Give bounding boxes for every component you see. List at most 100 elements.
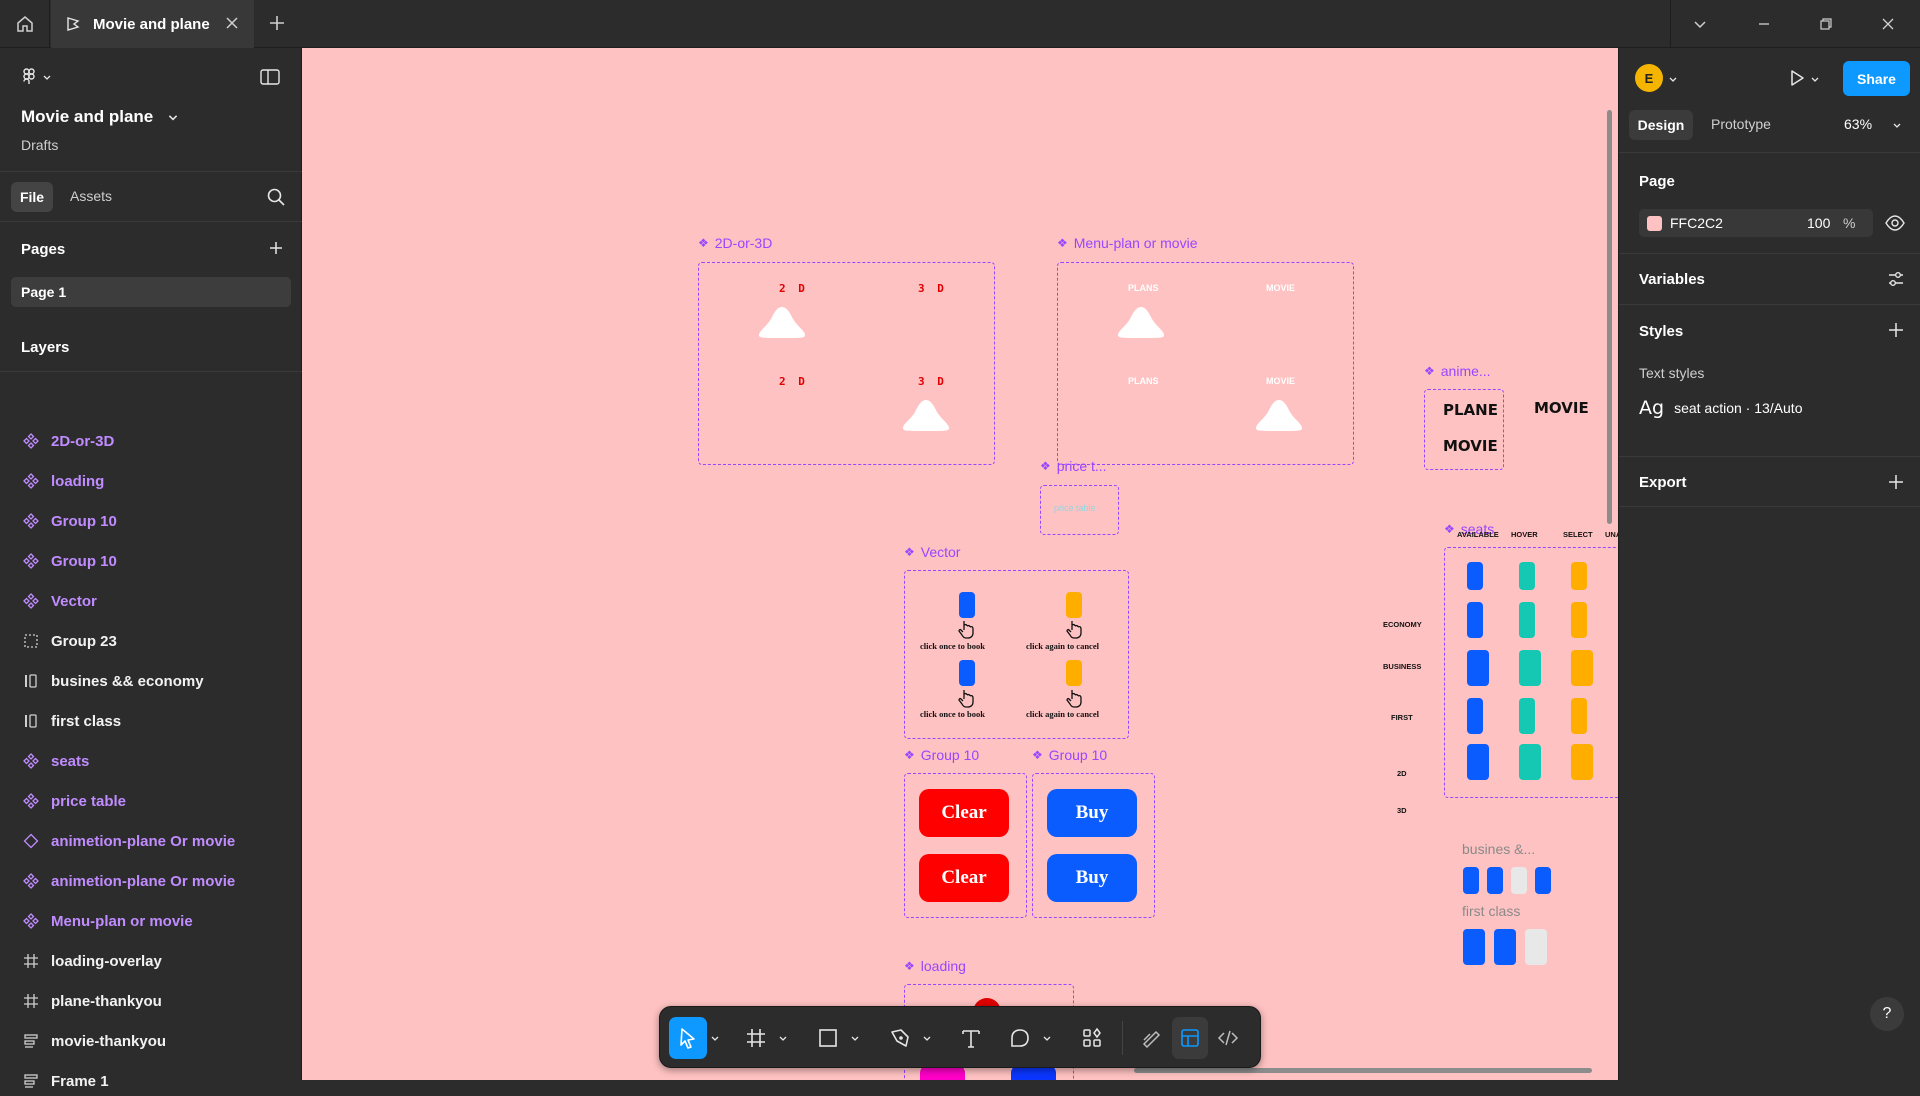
component-2d-or-3d[interactable]: 2 D 3 D 2 D 3 D <box>698 262 995 465</box>
design-canvas[interactable]: ❖ 2D-or-3D 2 D 3 D 2 D 3 D ❖ Menu-plan or … <box>302 48 1618 1080</box>
clear-button[interactable]: Clear <box>919 789 1009 837</box>
layer-item[interactable]: seats <box>20 746 290 776</box>
share-button[interactable]: Share <box>1843 61 1910 96</box>
frame-label-loading[interactable]: ❖ loading <box>904 958 966 974</box>
file-tab[interactable]: Movie and plane <box>51 0 254 48</box>
comment-tool[interactable] <box>1002 1017 1038 1059</box>
layer-item[interactable]: animetion-plane Or movie <box>20 826 290 856</box>
toggle-sidebar-button[interactable] <box>260 68 280 91</box>
frame-icon <box>747 1029 765 1047</box>
text-style-item[interactable]: Ag seat action · 13/Auto <box>1639 397 1802 419</box>
page-opacity[interactable]: 100 <box>1807 215 1830 231</box>
column-select: SELECT <box>1563 530 1593 539</box>
component-group-10-clear[interactable]: Clear Clear <box>904 773 1027 918</box>
home-button[interactable] <box>0 0 50 48</box>
layer-item[interactable]: movie-thankyou <box>20 1026 290 1056</box>
frame-label-group-10[interactable]: ❖ Group 10 <box>1032 747 1107 763</box>
frame-label-vector[interactable]: ❖ Vector <box>904 544 960 560</box>
layer-item[interactable]: first class <box>20 706 290 736</box>
component-group-10-buy[interactable]: Buy Buy <box>1032 773 1155 918</box>
move-tool[interactable] <box>669 1017 707 1059</box>
search-button[interactable] <box>266 187 286 212</box>
layer-item[interactable]: Vector <box>20 586 290 616</box>
layer-item[interactable]: plane-thankyou <box>20 986 290 1016</box>
frame-label-group-10[interactable]: ❖ Group 10 <box>904 747 979 763</box>
chevron-down-icon[interactable] <box>1668 74 1678 84</box>
layer-item[interactable]: Frame 1 <box>20 1066 290 1096</box>
chevron-down-icon <box>851 1036 859 1041</box>
chevron-down-icon[interactable] <box>1892 120 1902 130</box>
layer-item[interactable]: busines && economy <box>20 666 290 696</box>
tab-file[interactable]: File <box>11 182 53 212</box>
text-tool[interactable] <box>953 1017 989 1059</box>
avatar[interactable]: E <box>1635 64 1663 92</box>
chevron-down-icon[interactable] <box>1810 74 1820 84</box>
tab-assets[interactable]: Assets <box>70 188 112 204</box>
component-menu-plan-or-movie[interactable]: PLANS MOVIE PLANS MOVIE <box>1057 262 1354 465</box>
component-animetion[interactable]: PLANE MOVIE <box>1424 389 1504 470</box>
plus-icon[interactable] <box>1886 472 1906 492</box>
color-swatch[interactable] <box>1647 216 1662 231</box>
layer-item[interactable]: Group 10 <box>20 506 290 536</box>
comment-tool-menu[interactable] <box>1040 1017 1054 1059</box>
eye-icon[interactable] <box>1885 215 1905 231</box>
page-item-page-1[interactable]: Page 1 <box>11 277 291 307</box>
zoom-level[interactable]: 63% <box>1844 116 1872 132</box>
actions-tool[interactable] <box>1074 1017 1110 1059</box>
caption-book: click once to book <box>920 641 985 651</box>
component-seats[interactable]: AVAILABLE HOVER SELECT UNAV <box>1444 530 1618 798</box>
frame-label-price[interactable]: ❖ price t... <box>1040 458 1107 474</box>
text-icon <box>962 1030 980 1048</box>
tab-prototype[interactable]: Prototype <box>1711 116 1771 132</box>
frame-tool-menu[interactable] <box>776 1017 790 1059</box>
page-color-hex[interactable]: FFC2C2 <box>1670 215 1723 231</box>
text-style-icon: Ag <box>1639 397 1665 419</box>
close-window-button[interactable] <box>1858 0 1918 48</box>
dev-mode[interactable] <box>1210 1017 1246 1059</box>
frame-icon <box>20 993 42 1009</box>
draw-mode[interactable] <box>1134 1017 1170 1059</box>
shape-tool-menu[interactable] <box>848 1017 862 1059</box>
close-tab-icon[interactable] <box>224 15 240 31</box>
shape-tool[interactable] <box>810 1017 846 1059</box>
layer-item[interactable]: price table <box>20 786 290 816</box>
restore-button[interactable] <box>1796 0 1856 48</box>
buy-button[interactable]: Buy <box>1047 854 1137 902</box>
layer-item[interactable]: animetion-plane Or movie <box>20 866 290 896</box>
new-tab-button[interactable] <box>266 12 288 39</box>
frame-label-menu[interactable]: ❖ Menu-plan or movie <box>1057 235 1198 251</box>
tab-design[interactable]: Design <box>1629 110 1693 140</box>
layer-item[interactable]: 2D-or-3D <box>20 426 290 456</box>
help-button[interactable]: ? <box>1870 997 1904 1031</box>
pen-tool[interactable] <box>882 1017 918 1059</box>
layer-item[interactable]: loading-overlay <box>20 946 290 976</box>
frame-label-2d-or-3d[interactable]: ❖ 2D-or-3D <box>698 235 772 251</box>
design-mode[interactable] <box>1172 1017 1208 1059</box>
add-page-button[interactable] <box>266 238 286 263</box>
component-price-table[interactable]: price table <box>1040 485 1119 535</box>
move-tool-menu[interactable] <box>708 1017 722 1059</box>
vertical-scrollbar[interactable] <box>1607 110 1612 524</box>
variables-settings-icon[interactable] <box>1887 270 1905 288</box>
component-vector[interactable]: click once to book click again to cancel… <box>904 570 1129 739</box>
play-icon[interactable] <box>1787 68 1807 88</box>
minimize-button[interactable] <box>1734 0 1794 48</box>
pen-tool-menu[interactable] <box>920 1017 934 1059</box>
project-title[interactable]: Movie and plane <box>21 107 179 127</box>
plus-icon[interactable] <box>1886 320 1906 340</box>
horizontal-scrollbar[interactable] <box>1134 1068 1592 1073</box>
group-label-busines[interactable]: busines &... <box>1462 841 1535 857</box>
project-location[interactable]: Drafts <box>21 137 58 153</box>
frame-label-anime[interactable]: ❖ anime... <box>1424 363 1491 379</box>
clear-button[interactable]: Clear <box>919 854 1009 902</box>
buy-button[interactable]: Buy <box>1047 789 1137 837</box>
frame-tool[interactable] <box>738 1017 774 1059</box>
page-fill-field[interactable]: FFC2C2 100 % <box>1639 209 1873 237</box>
layer-item[interactable]: Menu-plan or movie <box>20 906 290 936</box>
layer-item[interactable]: Group 10 <box>20 546 290 576</box>
layer-item[interactable]: loading <box>20 466 290 496</box>
tabs-dropdown-button[interactable] <box>1670 0 1730 48</box>
group-label-first-class[interactable]: first class <box>1462 903 1520 919</box>
main-menu-button[interactable] <box>22 68 52 86</box>
layer-item[interactable]: Group 23 <box>20 626 290 656</box>
